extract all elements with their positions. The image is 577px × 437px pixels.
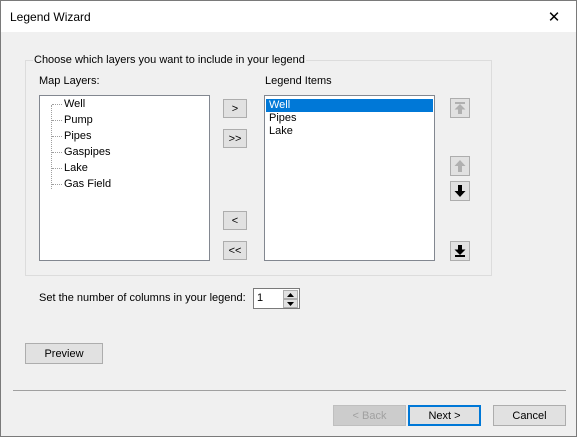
close-button[interactable]: ✕ <box>532 1 576 32</box>
add-all-layers-button[interactable]: >> <box>223 129 247 148</box>
arrow-down-icon <box>454 185 466 197</box>
tree-item-gas-field[interactable]: Gas Field <box>52 176 111 192</box>
legend-items-label: Legend Items <box>265 75 332 87</box>
remove-all-layers-button[interactable]: << <box>223 241 247 260</box>
group-caption: Choose which layers you want to include … <box>33 54 306 66</box>
legend-items-list[interactable]: Well Pipes Lake <box>264 95 435 261</box>
caret-down-icon <box>287 301 294 306</box>
title-bar: Legend Wizard ✕ <box>1 1 576 32</box>
list-item-well[interactable]: Well <box>266 99 433 112</box>
arrow-up-icon <box>454 160 466 172</box>
map-layers-list[interactable]: Well Pump Pipes Gaspipes Lake Gas Field <box>39 95 210 261</box>
preview-button[interactable]: Preview <box>25 343 103 364</box>
spin-up-button[interactable] <box>283 290 298 299</box>
back-button[interactable]: < Back <box>333 405 406 426</box>
tree-item-pump[interactable]: Pump <box>52 112 93 128</box>
columns-spinner[interactable]: 1 <box>253 288 300 309</box>
columns-label: Set the number of columns in your legend… <box>39 292 246 304</box>
move-to-top-button[interactable] <box>450 98 470 118</box>
move-down-button[interactable] <box>450 181 470 201</box>
spin-down-button[interactable] <box>283 299 298 308</box>
tree-item-pipes[interactable]: Pipes <box>52 128 92 144</box>
move-to-top-icon <box>454 102 466 114</box>
footer-separator <box>13 390 566 391</box>
move-to-bottom-button[interactable] <box>450 241 470 261</box>
add-layer-button[interactable]: > <box>223 99 247 118</box>
cancel-button[interactable]: Cancel <box>493 405 566 426</box>
map-layers-label: Map Layers: <box>39 75 100 87</box>
legend-wizard-window: Legend Wizard ✕ Choose which layers you … <box>0 0 577 437</box>
next-button[interactable]: Next > <box>408 405 481 426</box>
move-up-button[interactable] <box>450 156 470 176</box>
close-icon: ✕ <box>547 8 561 26</box>
list-item-lake[interactable]: Lake <box>266 125 433 138</box>
window-title: Legend Wizard <box>10 10 91 24</box>
tree-item-lake[interactable]: Lake <box>52 160 88 176</box>
list-item-pipes[interactable]: Pipes <box>266 112 433 125</box>
tree-item-gaspipes[interactable]: Gaspipes <box>52 144 110 160</box>
tree-item-well[interactable]: Well <box>52 96 85 112</box>
remove-layer-button[interactable]: < <box>223 211 247 230</box>
columns-value[interactable]: 1 <box>257 292 263 304</box>
move-to-bottom-icon <box>454 245 466 257</box>
caret-up-icon <box>287 292 294 297</box>
